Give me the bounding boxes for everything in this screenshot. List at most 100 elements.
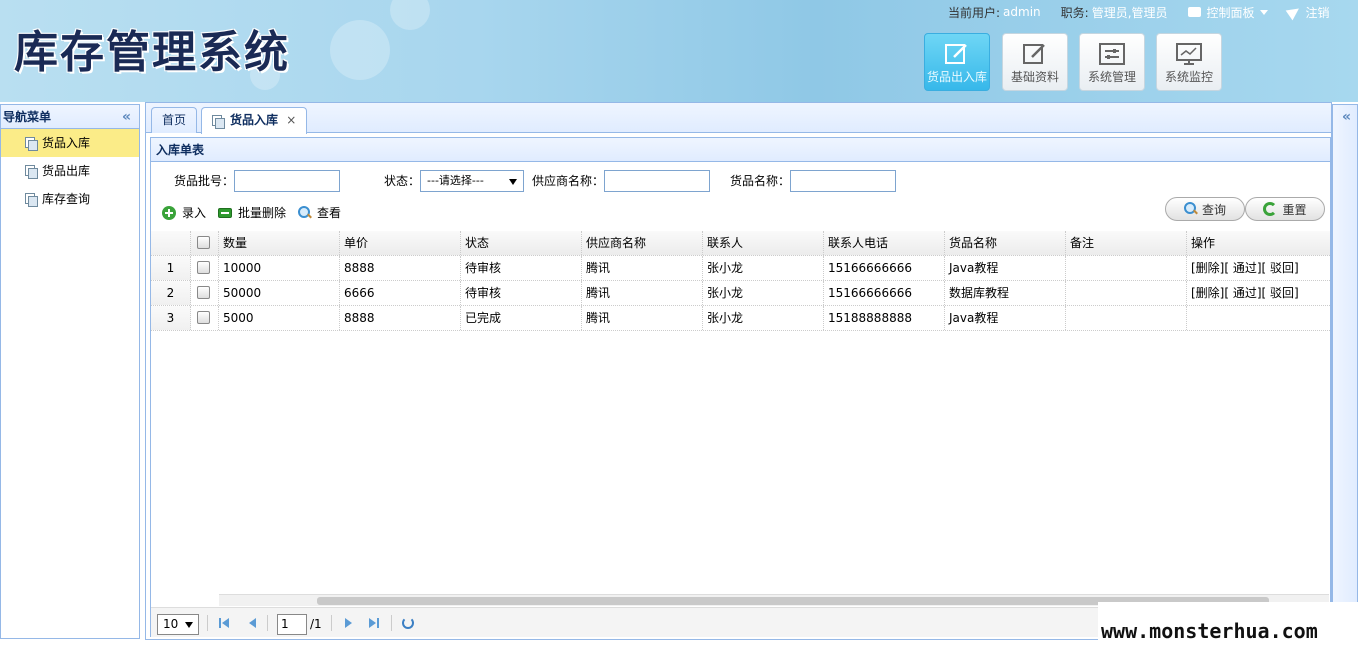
module-button-basic[interactable]: 基础资料 bbox=[1002, 33, 1068, 91]
nav-item-stock-query[interactable]: 库存查询 bbox=[1, 185, 139, 213]
row-actions[interactable] bbox=[1187, 306, 1321, 330]
row-actions[interactable]: [删除][ 通过][ 驳回] bbox=[1187, 256, 1321, 280]
plus-icon bbox=[162, 206, 176, 220]
column-header[interactable]: 联系人电话 bbox=[824, 231, 945, 255]
nav-item-label: 货品入库 bbox=[42, 136, 91, 150]
nav-title: 导航菜单 « bbox=[1, 105, 139, 129]
column-header[interactable]: 数量 bbox=[219, 231, 340, 255]
table-row[interactable]: 3 5000 8888 已完成 腾讯 张小龙 15188888888 Java教… bbox=[151, 306, 1330, 331]
user-bar: 当前用户: admin 职务: 管理员,管理员 控制面板 注销 bbox=[948, 3, 1330, 21]
module-label: 基础资料 bbox=[1010, 70, 1059, 84]
logout-label: 注销 bbox=[1305, 5, 1330, 20]
page-size-select[interactable]: 10 bbox=[157, 614, 199, 635]
table-cell: 腾讯 bbox=[582, 281, 703, 305]
last-page-icon[interactable] bbox=[369, 617, 381, 629]
status-select[interactable]: ---请选择--- bbox=[420, 170, 524, 192]
tab-close-icon[interactable]: × bbox=[286, 113, 296, 127]
decor-bubble bbox=[390, 0, 430, 30]
batch-input[interactable] bbox=[234, 170, 340, 192]
column-header[interactable]: 备注 bbox=[1066, 231, 1187, 255]
expand-right-icon[interactable]: « bbox=[1342, 109, 1351, 125]
tab-stock-in[interactable]: 货品入库 × bbox=[201, 107, 308, 134]
module-label: 货品出入库 bbox=[926, 70, 987, 84]
refresh-icon[interactable] bbox=[402, 617, 414, 629]
control-panel-menu[interactable]: 控制面板 bbox=[1187, 4, 1268, 21]
row-actions[interactable]: [删除][ 通过][ 驳回] bbox=[1187, 281, 1321, 305]
row-checkbox[interactable] bbox=[197, 260, 210, 274]
decor-bubble bbox=[330, 20, 390, 80]
status-label: 状态： bbox=[384, 174, 421, 188]
table-cell: 腾讯 bbox=[582, 256, 703, 280]
collapse-left-icon[interactable]: « bbox=[122, 105, 131, 129]
logout-link[interactable]: 注销 bbox=[1285, 3, 1330, 21]
module-button-monitor[interactable]: 系统监控 bbox=[1156, 33, 1222, 91]
table-cell: 腾讯 bbox=[582, 306, 703, 330]
row-select-cell bbox=[191, 281, 219, 305]
table-cell: 10000 bbox=[219, 256, 340, 280]
supplier-input[interactable] bbox=[604, 170, 710, 192]
stock-in-grid-panel: 入库单表 货品批号： 状态： ---请选择--- 供应商名称： 货品名称： 录入… bbox=[150, 137, 1331, 637]
monitor-icon bbox=[1176, 43, 1202, 65]
caret-down-icon bbox=[1259, 9, 1268, 15]
goods-input[interactable] bbox=[790, 170, 896, 192]
user-label: 当前用户: bbox=[948, 5, 1001, 20]
edit-icon bbox=[945, 44, 967, 64]
supplier-label: 供应商名称： bbox=[532, 174, 605, 188]
watermark-text: www.monsterhua.com bbox=[1101, 619, 1318, 643]
table-cell: 待审核 bbox=[461, 281, 582, 305]
nav-item-label: 货品出库 bbox=[42, 164, 91, 178]
table-cell: 8888 bbox=[340, 256, 461, 280]
add-button[interactable]: 录入 bbox=[162, 204, 206, 222]
table-cell bbox=[1066, 281, 1187, 305]
row-checkbox[interactable] bbox=[197, 310, 210, 324]
role-label: 职务: bbox=[1060, 5, 1089, 20]
first-page-icon[interactable] bbox=[219, 617, 231, 629]
prev-page-icon[interactable] bbox=[247, 617, 259, 629]
document-icon bbox=[25, 137, 38, 151]
table-cell: 8888 bbox=[340, 306, 461, 330]
table-row[interactable]: 1 10000 8888 待审核 腾讯 张小龙 15166666666 Java… bbox=[151, 256, 1330, 281]
reset-button[interactable]: 重置 bbox=[1245, 197, 1325, 221]
nav-item-stock-out[interactable]: 货品出库 bbox=[1, 157, 139, 185]
column-header[interactable]: 供应商名称 bbox=[582, 231, 703, 255]
table-cell: 数据库教程 bbox=[945, 281, 1066, 305]
table-header: 数量 单价 状态 供应商名称 联系人 联系人电话 货品名称 备注 操作 bbox=[151, 231, 1330, 256]
column-header[interactable]: 状态 bbox=[461, 231, 582, 255]
table-cell: 50000 bbox=[219, 281, 340, 305]
table-cell: 15166666666 bbox=[824, 281, 945, 305]
main-area: 首页 货品入库 × 入库单表 货品批号： 状态： ---请选择--- 供应商名称… bbox=[145, 102, 1332, 640]
row-number: 3 bbox=[151, 306, 191, 330]
tab-label: 首页 bbox=[162, 113, 187, 127]
column-header[interactable]: 操作 bbox=[1187, 231, 1321, 255]
minus-icon bbox=[218, 208, 232, 218]
row-number-header bbox=[151, 231, 191, 255]
table-cell: 6666 bbox=[340, 281, 461, 305]
table-cell: 张小龙 bbox=[703, 306, 824, 330]
table-row[interactable]: 2 50000 6666 待审核 腾讯 张小龙 15166666666 数据库教… bbox=[151, 281, 1330, 306]
tab-home[interactable]: 首页 bbox=[151, 107, 198, 133]
row-select-cell bbox=[191, 256, 219, 280]
column-header[interactable]: 联系人 bbox=[703, 231, 824, 255]
column-header[interactable]: 货品名称 bbox=[945, 231, 1066, 255]
goods-label: 货品名称： bbox=[730, 174, 791, 188]
select-all-checkbox[interactable] bbox=[197, 235, 210, 249]
page-number-input[interactable]: 1 bbox=[277, 614, 307, 635]
tab-bar: 首页 货品入库 × bbox=[146, 103, 1331, 134]
module-button-system[interactable]: 系统管理 bbox=[1079, 33, 1145, 91]
query-button[interactable]: 查询 bbox=[1165, 197, 1245, 221]
tab-label: 货品入库 bbox=[230, 113, 279, 127]
role-value: 管理员,管理员 bbox=[1091, 5, 1168, 20]
nav-item-stock-in[interactable]: 货品入库 bbox=[1, 129, 139, 157]
document-icon bbox=[25, 193, 38, 207]
module-button-inout[interactable]: 货品出入库 bbox=[924, 33, 990, 91]
view-button[interactable]: 查看 bbox=[298, 204, 341, 222]
module-label: 系统监控 bbox=[1164, 70, 1213, 84]
table-cell: 5000 bbox=[219, 306, 340, 330]
module-label: 系统管理 bbox=[1087, 70, 1136, 84]
row-select-cell bbox=[191, 306, 219, 330]
add-label: 录入 bbox=[182, 206, 207, 220]
row-checkbox[interactable] bbox=[197, 285, 210, 299]
batch-delete-button[interactable]: 批量删除 bbox=[218, 204, 286, 222]
column-header[interactable]: 单价 bbox=[340, 231, 461, 255]
next-page-icon[interactable] bbox=[343, 617, 355, 629]
